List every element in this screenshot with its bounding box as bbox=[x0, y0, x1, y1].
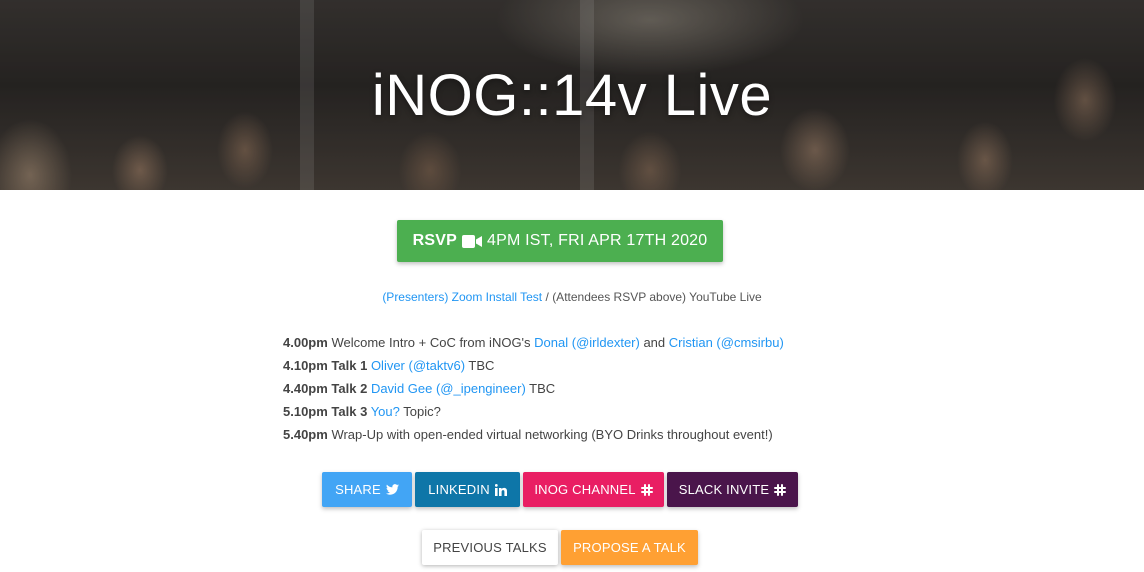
agenda-time: 5.40pm bbox=[283, 427, 328, 442]
agenda-item: 5.40pm Wrap-Up with open-ended virtual n… bbox=[283, 427, 784, 450]
agenda-text: TBC bbox=[525, 381, 556, 396]
links-separator: / bbox=[545, 290, 549, 304]
agenda-time: 4.10pm Talk 1 bbox=[283, 358, 368, 373]
agenda-text: TBC bbox=[465, 358, 495, 373]
agenda-speaker-link[interactable]: David Gee (@_ipengineer) bbox=[371, 381, 526, 396]
page-title: iNOG::14v Live bbox=[371, 63, 773, 128]
twitter-icon bbox=[385, 484, 399, 495]
share-label: SHARE bbox=[335, 482, 381, 497]
agenda-text: Wrap-Up with open-ended virtual networki… bbox=[331, 427, 773, 442]
linkedin-button[interactable]: LINKEDIN bbox=[415, 472, 520, 507]
propose-talk-button[interactable]: PROPOSE A TALK bbox=[561, 530, 698, 565]
slack-invite-button[interactable]: SLACK INVITE bbox=[667, 472, 798, 507]
agenda-item: 4.10pm Talk 1 Oliver (@taktv6) TBC bbox=[283, 358, 784, 381]
slack-invite-label: SLACK INVITE bbox=[678, 482, 770, 497]
agenda-time: 4.00pm bbox=[283, 335, 328, 350]
agenda-item: 5.10pm Talk 3 You? Topic? bbox=[283, 404, 784, 427]
share-button[interactable]: SHARE bbox=[322, 472, 412, 507]
inog-channel-button[interactable]: INOG CHANNEL bbox=[523, 472, 664, 507]
agenda-text: Welcome Intro + CoC from iNOG's bbox=[331, 335, 535, 350]
rsvp-button[interactable]: RSVP 4PM IST, FRI APR 17TH 2020 bbox=[397, 220, 723, 262]
linkedin-icon bbox=[494, 483, 507, 496]
agenda-speaker-link[interactable]: You? bbox=[371, 404, 400, 419]
slack-icon bbox=[774, 483, 787, 496]
rsvp-date: 4PM IST, FRI APR 17TH 2020 bbox=[486, 232, 708, 249]
slack-icon bbox=[640, 483, 653, 496]
agenda-speaker-link[interactable]: Donal (@irldexter) bbox=[534, 335, 640, 350]
agenda-time: 5.10pm Talk 3 bbox=[283, 404, 368, 419]
propose-talk-label: PROPOSE A TALK bbox=[573, 540, 686, 555]
rsvp-label: RSVP bbox=[412, 232, 457, 249]
zoom-install-link[interactable]: (Presenters) Zoom Install Test bbox=[382, 290, 542, 304]
agenda-item: 4.00pm Welcome Intro + CoC from iNOG's D… bbox=[283, 335, 784, 358]
stream-links: (Presenters) Zoom Install Test / (Attend… bbox=[0, 290, 1144, 304]
agenda-speaker-link[interactable]: Oliver (@taktv6) bbox=[371, 358, 465, 373]
agenda-text: and bbox=[639, 335, 669, 350]
agenda-list: 4.00pm Welcome Intro + CoC from iNOG's D… bbox=[283, 335, 784, 450]
previous-talks-button[interactable]: PREVIOUS TALKS bbox=[422, 530, 558, 565]
agenda-text: Topic? bbox=[399, 404, 441, 419]
video-camera-icon bbox=[461, 234, 482, 248]
agenda-speaker-link[interactable]: Cristian (@cmsirbu) bbox=[669, 335, 784, 350]
agenda-time: 4.40pm Talk 2 bbox=[283, 381, 368, 396]
previous-talks-label: PREVIOUS TALKS bbox=[433, 540, 547, 555]
youtube-live-text: (Attendees RSVP above) YouTube Live bbox=[552, 290, 762, 304]
linkedin-label: LINKEDIN bbox=[428, 482, 490, 497]
hero-banner: iNOG::14v Live bbox=[0, 0, 1144, 190]
inog-channel-label: INOG CHANNEL bbox=[534, 482, 636, 497]
agenda-item: 4.40pm Talk 2 David Gee (@_ipengineer) T… bbox=[283, 381, 784, 404]
